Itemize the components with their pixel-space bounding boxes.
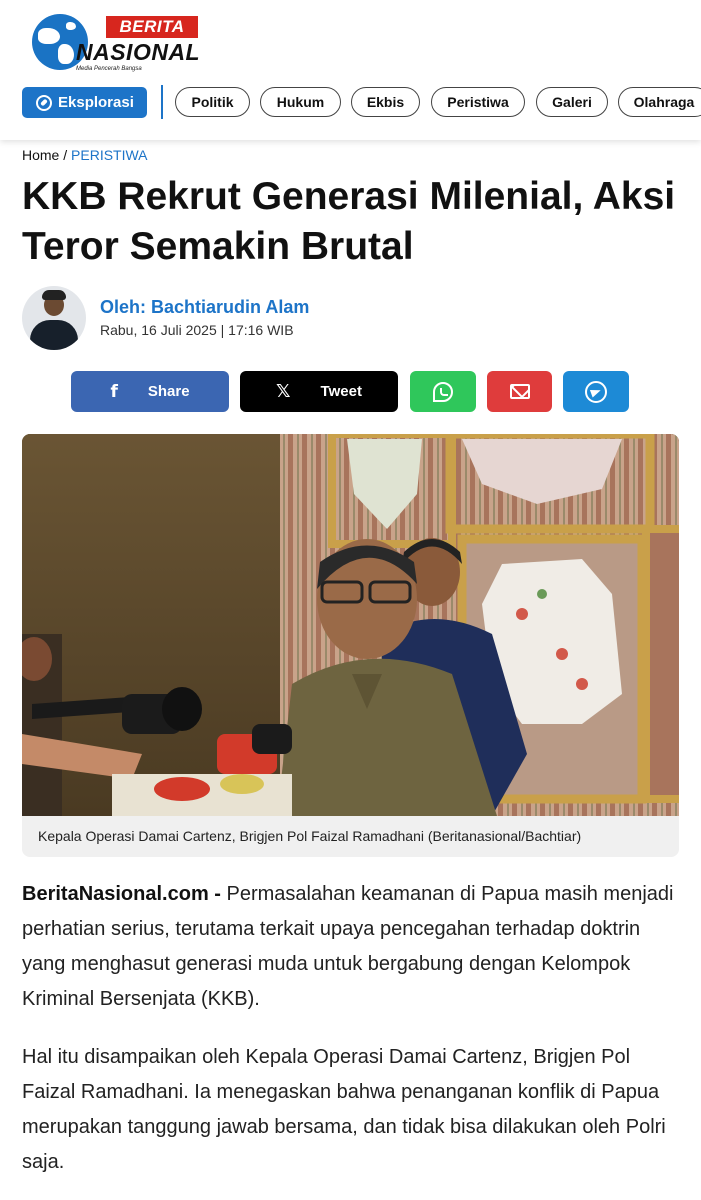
breadcrumb-category[interactable]: PERISTIWA (71, 147, 148, 163)
share-facebook-label: Share (147, 383, 190, 400)
press-conference-image (22, 434, 679, 816)
article-photo[interactable] (22, 434, 679, 816)
facebook-icon: f (110, 381, 118, 402)
explore-label: Eksplorasi (58, 94, 134, 111)
site-logo[interactable]: BERITA NASIONAL Media Pencerah Bangsa (32, 10, 204, 74)
site-header: BERITA NASIONAL Media Pencerah Bangsa Ek… (0, 0, 701, 140)
category-nav: Eksplorasi Politik Hukum Ekbis Peristiwa… (0, 85, 701, 119)
nav-item-olahraga[interactable]: Olahraga (618, 87, 701, 117)
nav-item-galeri[interactable]: Galeri (536, 87, 608, 117)
nav-item-hukum[interactable]: Hukum (260, 87, 341, 117)
compass-icon (36, 94, 52, 111)
nav-item-peristiwa[interactable]: Peristiwa (431, 87, 525, 117)
lead-source: BeritaNasional.com - (22, 883, 221, 905)
email-icon (509, 384, 530, 399)
share-whatsapp-button[interactable] (410, 371, 476, 412)
share-x-button[interactable]: 𝕏 Tweet (240, 371, 398, 412)
author-avatar[interactable] (22, 286, 86, 350)
photo-caption: Kepala Operasi Damai Cartenz, Brigjen Po… (22, 816, 679, 857)
share-x-label: Tweet (320, 383, 362, 400)
explore-button[interactable]: Eksplorasi (22, 87, 147, 118)
logo-tagline: Media Pencerah Bangsa (76, 66, 142, 72)
article-paragraph-2: Hal itu disampaikan oleh Kepala Operasi … (22, 1046, 666, 1173)
telegram-icon (585, 380, 607, 403)
share-email-button[interactable] (487, 371, 552, 412)
article-title: KKB Rekrut Generasi Milenial, Aksi Teror… (22, 175, 676, 268)
nav-item-politik[interactable]: Politik (175, 87, 250, 117)
breadcrumb-home[interactable]: Home (22, 147, 59, 163)
breadcrumb: Home / PERISTIWA (22, 147, 148, 163)
whatsapp-icon (433, 381, 453, 402)
article-paragraph-1: BeritaNasional.com - Permasalahan keaman… (22, 877, 682, 1017)
x-icon: 𝕏 (276, 381, 291, 402)
logo-wordmark: NASIONAL (76, 39, 201, 65)
nav-item-ekbis[interactable]: Ekbis (351, 87, 420, 117)
share-telegram-button[interactable] (563, 371, 629, 412)
author-name[interactable]: Oleh: Bachtiarudin Alam (100, 297, 309, 318)
logo-badge: BERITA (106, 16, 198, 38)
share-facebook-button[interactable]: f Share (71, 371, 229, 412)
nav-divider (161, 85, 163, 119)
publish-date: Rabu, 16 Juli 2025 | 17:16 WIB (100, 322, 294, 338)
breadcrumb-separator: / (63, 147, 68, 163)
